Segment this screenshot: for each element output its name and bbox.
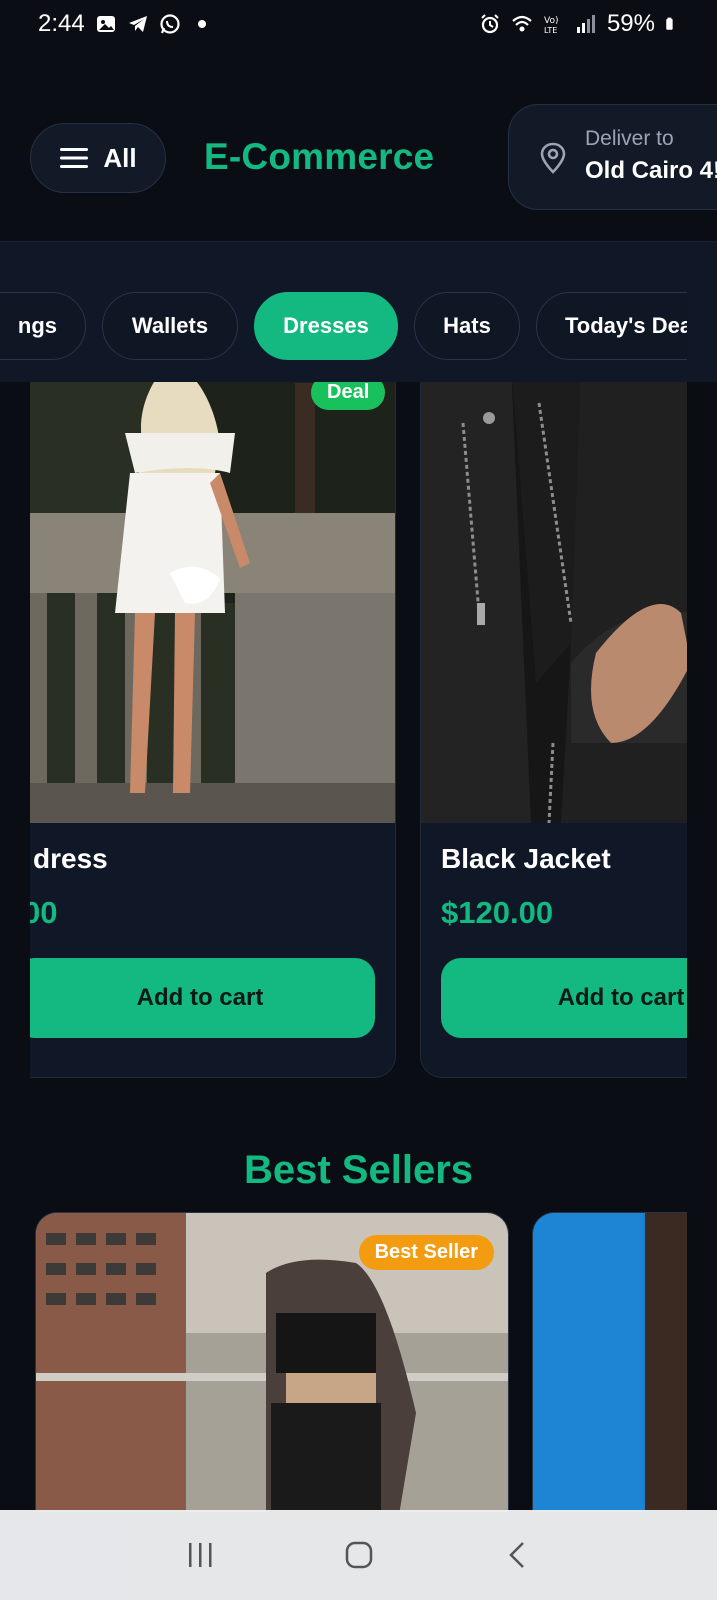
all-menu-button[interactable]: All <box>30 123 166 193</box>
battery-percent: 59% <box>606 10 655 37</box>
dot-icon <box>197 20 206 28</box>
best-seller-image <box>533 1213 687 1512</box>
best-seller-badge: Best Seller <box>358 1235 494 1270</box>
all-menu-label: All <box>103 142 137 173</box>
volte-icon: Vo)LTE <box>544 16 558 35</box>
best-sellers-carousel[interactable]: Best Seller <box>30 1212 687 1512</box>
svg-text:Vo): Vo) <box>544 16 558 26</box>
deliver-address: Old Cairo 4! <box>585 157 717 184</box>
brand-title: E-Commerce <box>204 136 435 177</box>
battery-icon <box>666 17 673 30</box>
alarm-icon <box>481 14 499 34</box>
telegram-icon <box>128 16 147 32</box>
add-to-cart-button[interactable]: Add to cart <box>30 958 375 1038</box>
status-bar: 2:44 Vo) LTE 59% <box>0 0 717 48</box>
category-chip-label: Wallets <box>131 313 209 338</box>
home-icon <box>345 1541 372 1569</box>
category-chip-hats[interactable]: Hats <box>414 292 520 360</box>
location-pin-icon <box>540 142 566 174</box>
whatsapp-icon <box>160 14 180 34</box>
product-price: 00 <box>30 895 58 930</box>
deliver-label: Deliver to <box>585 127 674 150</box>
wifi-icon <box>512 15 532 32</box>
back-icon <box>508 1542 524 1568</box>
home-button[interactable] <box>329 1525 389 1585</box>
hamburger-icon <box>60 148 89 168</box>
category-chip-label: Today's Deals <box>565 313 687 338</box>
product-image <box>30 382 395 823</box>
category-bar: ngs Wallets Dresses Hats Today's Deals <box>0 242 717 382</box>
product-price: $120.00 <box>441 895 554 930</box>
system-nav-bar <box>0 1510 717 1600</box>
svg-text:LTE: LTE <box>544 26 557 35</box>
back-button[interactable] <box>488 1525 548 1585</box>
product-title: dress <box>33 843 108 874</box>
product-card[interactable]: Black Jacket $120.00 Add to cart <box>420 382 687 1078</box>
product-carousel[interactable]: Deal dress 00 Add to cart Black Jacket <box>30 382 687 1082</box>
category-chip-todays-deals[interactable]: Today's Deals <box>536 292 687 360</box>
best-sellers-title: Best Sellers <box>243 1148 474 1192</box>
deal-badge: Deal <box>311 382 386 410</box>
category-chip-label: Dresses <box>283 313 369 338</box>
product-title: Black Jacket <box>441 843 611 874</box>
category-chip-wallets[interactable]: Wallets <box>102 292 238 360</box>
status-time: 2:44 <box>38 10 85 37</box>
category-chip-label: Hats <box>443 313 491 338</box>
recent-apps-icon <box>188 1543 211 1567</box>
signal-icon <box>576 15 595 33</box>
recent-apps-button[interactable] <box>170 1525 230 1585</box>
product-image <box>421 382 687 823</box>
gallery-icon <box>96 16 115 32</box>
category-scroller[interactable]: ngs Wallets Dresses Hats Today's Deals <box>0 292 687 360</box>
category-chip-dresses[interactable]: Dresses <box>254 292 398 360</box>
deliver-to-button[interactable]: Deliver to Old Cairo 4! <box>508 104 717 210</box>
add-to-cart-button[interactable]: Add to cart <box>441 958 687 1038</box>
app-header: All E-Commerce Deliver to Old Cairo 4! <box>0 48 717 242</box>
product-card[interactable]: Deal dress 00 Add to cart <box>30 382 396 1078</box>
best-seller-card[interactable] <box>532 1212 687 1512</box>
category-chip-label: ngs <box>17 313 57 338</box>
best-seller-card[interactable]: Best Seller <box>35 1212 509 1512</box>
category-chip-bags[interactable]: ngs <box>0 292 86 360</box>
